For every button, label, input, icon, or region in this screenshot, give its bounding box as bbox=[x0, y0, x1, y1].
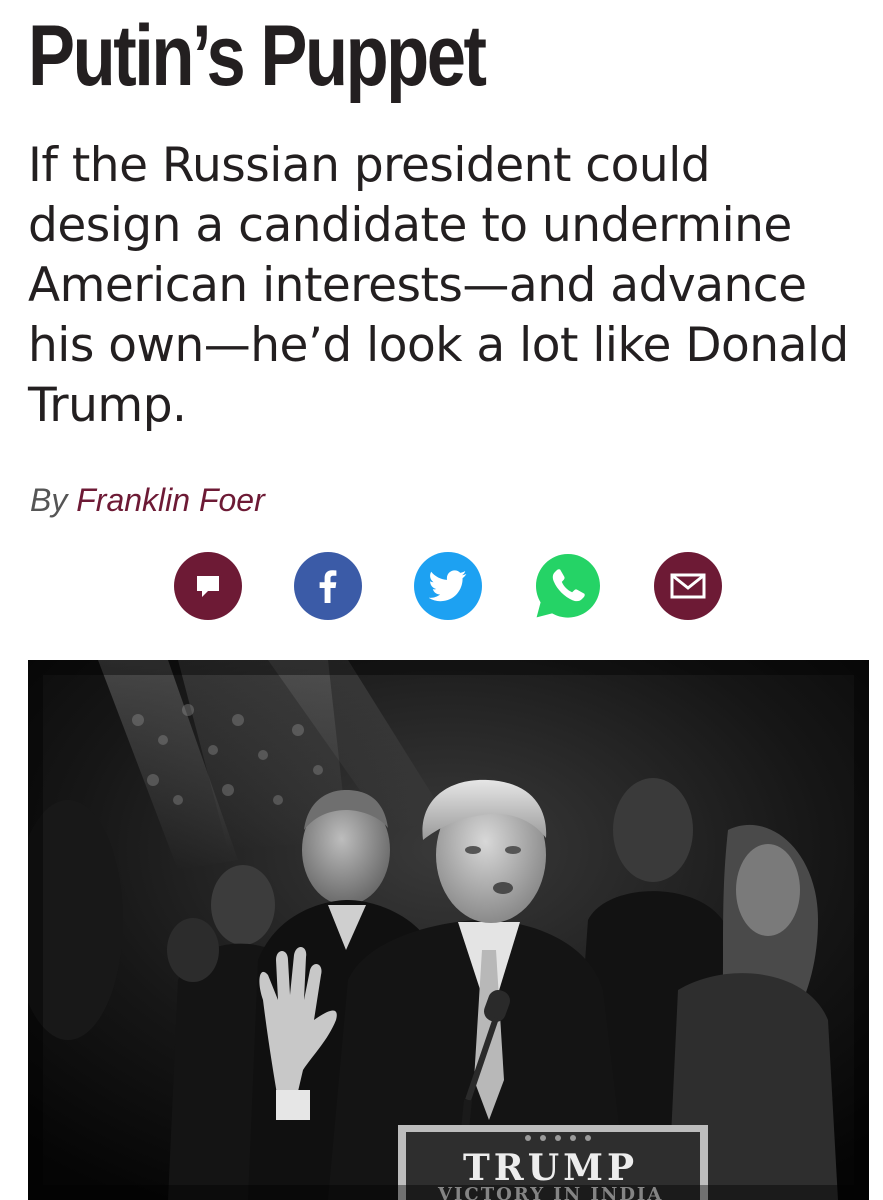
email-share-button[interactable] bbox=[654, 552, 722, 620]
podium-sign-text: TRUMP bbox=[463, 1147, 638, 1189]
byline: By Franklin Foer bbox=[30, 480, 265, 520]
byline-prefix: By bbox=[30, 482, 77, 518]
whatsapp-share-button[interactable] bbox=[534, 552, 602, 620]
article-headline: Putin’s Puppet bbox=[28, 8, 487, 104]
author-link[interactable]: Franklin Foer bbox=[76, 482, 265, 518]
facebook-share-button[interactable] bbox=[294, 552, 362, 620]
comment-button[interactable] bbox=[174, 552, 242, 620]
facebook-icon bbox=[313, 569, 343, 603]
email-icon bbox=[670, 573, 706, 599]
hero-photo: TRUMP VICTORY IN INDIA bbox=[28, 660, 869, 1200]
twitter-share-button[interactable] bbox=[414, 552, 482, 620]
whatsapp-icon bbox=[534, 552, 602, 620]
share-bar bbox=[0, 552, 883, 620]
comment-icon bbox=[193, 571, 223, 601]
article-dek: If the Russian president could design a … bbox=[28, 138, 849, 433]
twitter-icon bbox=[429, 570, 467, 602]
